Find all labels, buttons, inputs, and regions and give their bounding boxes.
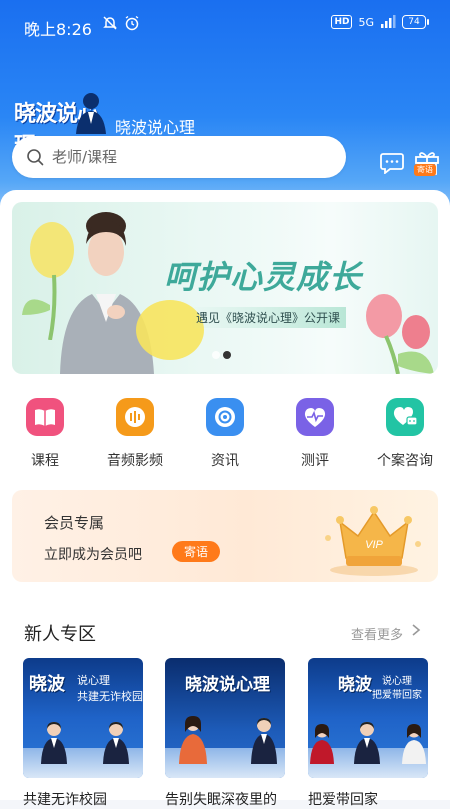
video-title-text: 晓波: [338, 675, 372, 695]
brand-name: 晓波说心理: [115, 118, 196, 137]
battery-indicator: 74: [402, 15, 429, 29]
heart-pulse-icon: [304, 408, 326, 427]
heart-chat-icon: [393, 407, 418, 426]
video-caption: 把爱带回家: [308, 792, 378, 808]
video-caption: 告别失眠深夜里的: [165, 792, 277, 808]
brand-logo: 晓波说心理: [14, 90, 114, 159]
banner-subtitle: 遇见《晓波说心理》公开课: [190, 307, 347, 328]
status-right: HD 5G 74: [331, 15, 429, 29]
alarm-icon: [125, 15, 139, 31]
view-more-link[interactable]: 查看更多: [351, 624, 403, 643]
anchor-person-image: [402, 724, 426, 764]
signal-label: 5G: [358, 15, 374, 29]
category-icon: [206, 398, 244, 436]
status-icons: [102, 15, 140, 31]
chevron-right-icon[interactable]: [410, 623, 422, 637]
member-card[interactable]: 会员专属 立即成为会员吧 寄语 VIP: [12, 490, 438, 582]
message-icon[interactable]: [380, 152, 404, 174]
search-input[interactable]: [50, 147, 314, 167]
category-icon: [26, 398, 64, 436]
search-icon: [27, 149, 44, 166]
category-audio-video[interactable]: 音频影频: [90, 396, 180, 476]
category-course[interactable]: 课程: [0, 396, 90, 476]
category-label: 课程: [31, 453, 59, 469]
member-button[interactable]: 寄语: [172, 541, 221, 562]
vip-crown-icon: VIP: [325, 506, 421, 576]
video-caption: 共建无诈校园: [23, 792, 107, 808]
banner-dot[interactable]: [212, 351, 220, 359]
anchor-person-image: [41, 722, 67, 764]
video-title-text: 晓波: [29, 674, 65, 695]
video-card[interactable]: 晓波说心理: [165, 658, 285, 778]
video-subtitle-text: 说心理: [382, 676, 412, 687]
status-time: 晚上8:26: [24, 20, 92, 39]
banner-title: 呵护心灵成长: [164, 258, 363, 296]
signal-icon: [381, 15, 396, 28]
category-consult[interactable]: 个案咨询: [360, 396, 450, 476]
video-title-text: 晓波说心理: [185, 675, 270, 695]
video-subtitle-text: 把爱带回家: [372, 690, 422, 701]
member-subtitle: 立即成为会员吧: [44, 547, 142, 563]
category-assessment[interactable]: 测评: [270, 396, 360, 476]
anchor-person-image: [310, 724, 334, 764]
gift-tag: 寄语: [414, 164, 436, 176]
anchor-person-image: [103, 722, 129, 764]
category-label: 个案咨询: [377, 453, 433, 469]
mute-bell-icon: [103, 16, 117, 30]
video-subtitle-text: 共建无诈校园: [77, 690, 143, 703]
yellow-balloon-illustration: [136, 300, 204, 360]
category-label: 资讯: [211, 453, 239, 469]
camera-icon: [215, 407, 235, 427]
audio-icon: [125, 407, 145, 427]
status-bar: 晚上8:26 HD 5G 74: [0, 0, 450, 52]
vip-badge-text: VIP: [365, 539, 383, 551]
category-news[interactable]: 资讯: [180, 396, 270, 476]
category-label: 音频影频: [107, 453, 163, 469]
anchor-person-image: [179, 716, 207, 764]
book-icon: [35, 409, 55, 426]
anchor-person-image: [354, 722, 380, 764]
category-icon: [386, 398, 424, 436]
tulip-pink-illustration: [366, 294, 434, 374]
video-card[interactable]: 晓波 说心理 共建无诈校园: [23, 658, 143, 778]
video-list: 晓波 说心理 共建无诈校园 共建无诈校园 晓波说心理 告别失眠深夜里的 晓波 说…: [0, 658, 450, 808]
member-title: 会员专属: [44, 514, 105, 532]
video-card[interactable]: 晓波 说心理 把爱带回家: [308, 658, 428, 778]
category-label: 测评: [301, 453, 329, 469]
banner-carousel[interactable]: 呵护心灵成长 遇见《晓波说心理》公开课: [12, 202, 438, 374]
video-subtitle-text: 说心理: [77, 674, 110, 687]
search-bar[interactable]: [12, 136, 346, 178]
hd-badge: HD: [331, 15, 353, 29]
banner-dot-active[interactable]: [223, 351, 231, 359]
category-grid: 课程 音频影频 资讯 测评 个案咨询: [0, 396, 450, 476]
banner-dots: [212, 351, 231, 359]
category-icon: [116, 398, 154, 436]
category-icon: [296, 398, 334, 436]
anchor-person-image: [251, 718, 277, 764]
section-title: 新人专区: [24, 624, 96, 645]
brand-person-icon: [76, 93, 106, 134]
